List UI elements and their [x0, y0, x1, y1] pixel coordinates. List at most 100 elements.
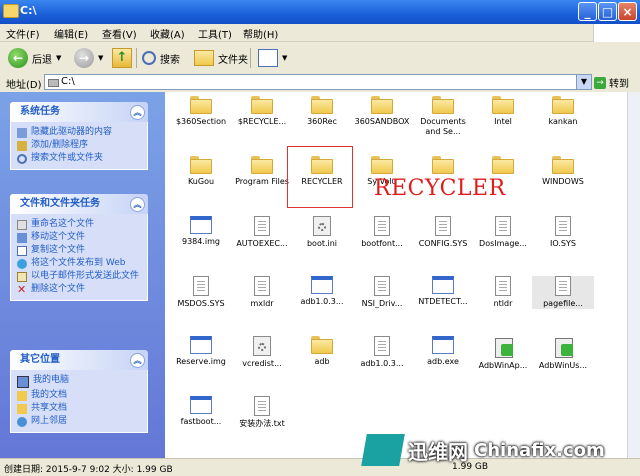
file-item[interactable]: AdbWinUs...	[532, 336, 594, 371]
views-button[interactable]: ▼	[258, 47, 287, 69]
file-item[interactable]	[412, 156, 474, 177]
task-add-remove-programs[interactable]: 添加/删除程序	[17, 139, 141, 152]
document-icon	[374, 336, 390, 356]
file-item[interactable]: $360Section	[170, 96, 232, 127]
folder-icon	[552, 156, 574, 174]
folder-icon	[311, 96, 333, 114]
collapse-icon[interactable]: ︽	[130, 197, 145, 212]
document-icon	[435, 216, 451, 236]
file-name: adb1.0.3...	[300, 297, 344, 306]
file-item[interactable]: Intel	[472, 96, 534, 127]
folders-icon	[194, 50, 214, 66]
menu-favorites[interactable]: 收藏(A)	[150, 26, 185, 41]
minimize-button[interactable]: _	[578, 2, 597, 21]
task-publish-to-web[interactable]: 将这个文件发布到 Web	[17, 257, 141, 270]
up-folder-button[interactable]: ↑	[112, 47, 132, 69]
file-item[interactable]: ntldr	[472, 276, 534, 309]
place-shared-documents[interactable]: 共享文档	[17, 402, 141, 415]
documents-folder-icon	[17, 391, 27, 401]
file-item[interactable]: bootfont...	[351, 216, 413, 249]
other-places-header[interactable]: 其它位置 ︽	[10, 350, 148, 370]
close-button[interactable]: ×	[618, 2, 637, 21]
file-item[interactable]: adb1.0.3...	[291, 276, 353, 307]
file-tasks-header[interactable]: 文件和文件夹任务 ︽	[10, 194, 148, 214]
menu-edit[interactable]: 编辑(E)	[54, 26, 88, 41]
document-icon	[374, 276, 390, 296]
file-item[interactable]: CONFIG.SYS	[412, 216, 474, 249]
file-item[interactable]	[472, 156, 534, 177]
place-network[interactable]: 网上邻居	[17, 415, 141, 428]
file-item[interactable]: adb	[291, 336, 353, 367]
address-input[interactable]: C:\	[44, 74, 592, 90]
back-arrow-icon: ←	[8, 48, 28, 68]
file-item[interactable]: AUTOEXEC...	[231, 216, 293, 249]
forward-button[interactable]: → ▼	[74, 47, 103, 69]
task-move-file[interactable]: 移动这个文件	[17, 231, 141, 244]
task-label: 添加/删除程序	[31, 140, 89, 150]
menu-tools[interactable]: 工具(T)	[198, 26, 232, 41]
file-item[interactable]: Documents and Se...	[412, 96, 474, 137]
file-item[interactable]: NTDETECT...	[412, 276, 474, 307]
folders-button[interactable]: 文件夹	[194, 47, 248, 69]
file-item[interactable]: 安装办法.txt	[231, 396, 293, 429]
file-item[interactable]: $RECYCLE...	[231, 96, 293, 127]
file-item[interactable]: Reserve.img	[170, 336, 232, 367]
folder-icon	[251, 96, 273, 114]
file-item[interactable]: 360Rec	[291, 96, 353, 127]
document-icon	[254, 216, 270, 236]
folder-icon	[432, 156, 454, 174]
task-copy-file[interactable]: 复制这个文件	[17, 244, 141, 257]
task-email-file[interactable]: 以电子邮件形式发送此文件	[17, 270, 141, 283]
watermark-en: Chinafix.com	[474, 439, 605, 461]
go-button[interactable]: → 转到	[594, 75, 629, 90]
file-name: IO.SYS	[550, 239, 576, 248]
task-label: 移动这个文件	[31, 232, 86, 242]
views-icon	[258, 49, 278, 67]
file-item[interactable]: WINDOWS	[532, 156, 594, 187]
collapse-icon[interactable]: ︽	[130, 105, 145, 120]
file-name: mxldr	[250, 299, 274, 308]
file-item[interactable]: 360SANDBOX	[351, 96, 413, 127]
address-dropdown-button[interactable]: ▼	[576, 74, 592, 90]
globe-icon	[17, 259, 27, 269]
back-button[interactable]: ← 后退 ▼	[8, 47, 61, 69]
file-item[interactable]: boot.ini	[291, 216, 353, 249]
place-my-documents[interactable]: 我的文档	[17, 389, 141, 402]
file-item[interactable]: fastboot...	[170, 396, 232, 427]
watermark: 迅维网 Chinafix.com	[361, 430, 640, 470]
file-item[interactable]: mxldr	[231, 276, 293, 309]
system-tasks-list: 隐藏此驱动器的内容 添加/删除程序 搜索文件或文件夹	[10, 122, 148, 170]
vertical-scrollbar[interactable]	[627, 92, 640, 458]
place-my-computer[interactable]: 我的电脑	[17, 374, 141, 389]
file-item[interactable]: Program Files	[231, 156, 293, 187]
task-search-files[interactable]: 搜索文件或文件夹	[17, 152, 141, 165]
file-item[interactable]: vcredist...	[231, 336, 293, 369]
task-delete-file[interactable]: ✕ 删除这个文件	[17, 283, 141, 296]
file-item[interactable]: kankan	[532, 96, 594, 127]
file-item[interactable]: IO.SYS	[532, 216, 594, 249]
file-tasks-list: 重命名这个文件 移动这个文件 复制这个文件 将这个文件发布到 Web 以电子邮件…	[10, 214, 148, 301]
file-name: adb	[314, 357, 330, 366]
file-item[interactable]: adb1.0.3...	[351, 336, 413, 369]
menu-help[interactable]: 帮助(H)	[243, 26, 278, 41]
file-item[interactable]: 9384.img	[170, 216, 232, 247]
menu-file[interactable]: 文件(F)	[6, 26, 40, 41]
system-tasks-header[interactable]: 系统任务 ︽	[10, 102, 148, 122]
file-item[interactable]: KuGou	[170, 156, 232, 187]
file-name: adb1.0.3...	[360, 359, 404, 368]
file-item[interactable]: MSDOS.SYS	[170, 276, 232, 309]
network-icon	[17, 417, 27, 427]
collapse-icon[interactable]: ︽	[130, 353, 145, 368]
menu-view[interactable]: 查看(V)	[102, 26, 137, 41]
file-item[interactable]: pagefile...	[532, 276, 594, 309]
file-name: pagefile...	[543, 299, 583, 308]
file-item[interactable]: AdbWinAp...	[472, 336, 534, 371]
file-item[interactable]: DosImage...	[472, 216, 534, 249]
search-button[interactable]: 搜索	[142, 47, 180, 69]
file-item[interactable]: NSI_Driv...	[351, 276, 413, 309]
task-hide-drive-contents[interactable]: 隐藏此驱动器的内容	[17, 126, 141, 139]
task-rename-file[interactable]: 重命名这个文件	[17, 218, 141, 231]
maximize-button[interactable]: □	[598, 2, 617, 21]
file-item[interactable]: adb.exe	[412, 336, 474, 367]
folder-icon	[190, 96, 212, 114]
